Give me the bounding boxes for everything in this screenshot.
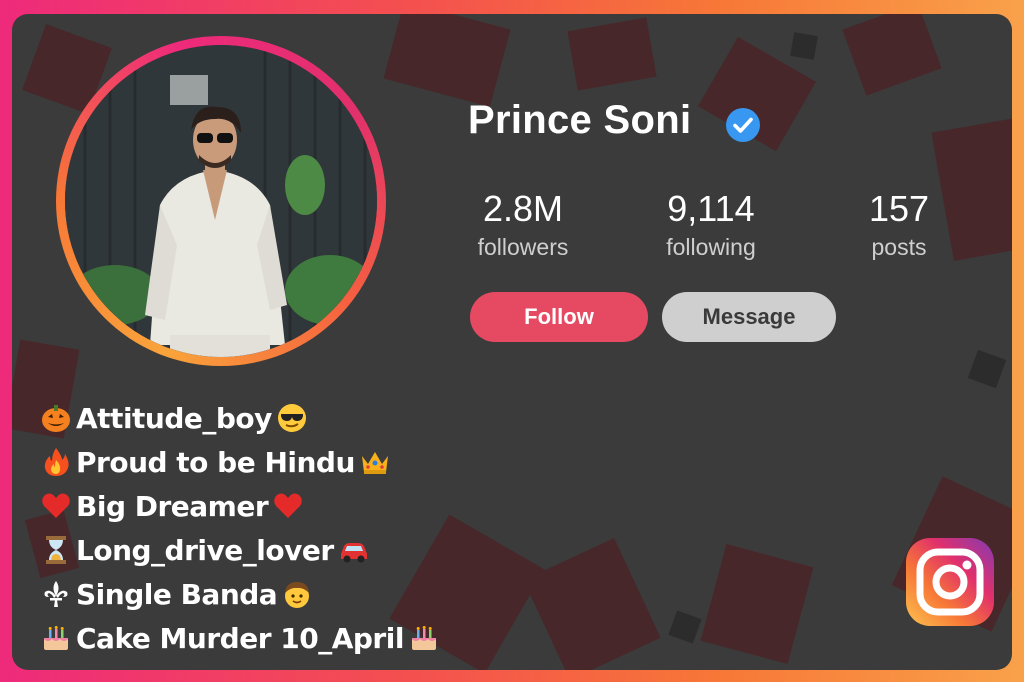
sunglasses-face-icon [275,401,309,435]
bio: Attitude_boy Proud to be Hindu Big Dream… [36,396,444,660]
stat-following[interactable]: 9,114 following [636,188,786,261]
birthday-cake-icon [407,621,441,655]
verified-badge-icon [726,108,760,142]
bio-line: Attitude_boy [36,396,444,440]
posts-count: 157 [868,188,930,229]
follow-button[interactable]: Follow [470,292,648,342]
red-heart-icon [271,489,305,523]
followers-count: 2.8M [482,188,564,229]
bio-text: Attitude_boy [76,401,272,435]
instagram-logo-icon [906,538,994,626]
profile-card: Prince Soni 2.8M followers 9,114 followi… [12,14,1012,670]
hourglass-icon [39,533,73,567]
bio-line: Single Banda [36,572,444,616]
bio-line: Long_drive_lover [36,528,444,572]
bio-line: Cake Murder 10_April [36,616,444,660]
following-label: following [666,234,756,260]
posts-label: posts [871,234,927,260]
fleur-de-lis-icon [39,577,73,611]
bio-text: Cake Murder 10_April [76,621,404,655]
bio-line: Big Dreamer [36,484,444,528]
following-count: 9,114 [667,188,755,229]
fire-icon [39,445,73,479]
bio-text: Single Banda [76,577,278,611]
red-heart-icon [39,489,73,523]
message-button[interactable]: Message [662,292,836,342]
crown-icon [358,445,392,479]
stat-followers[interactable]: 2.8M followers [448,188,598,261]
profile-photo-illustration [65,45,377,357]
profile-photo [65,45,377,357]
bio-text: Big Dreamer [76,489,269,523]
followers-label: followers [477,234,569,260]
bio-text: Proud to be Hindu [76,445,355,479]
car-icon [337,533,371,567]
profile-avatar[interactable] [56,36,386,366]
bio-text: Long_drive_lover [76,533,334,567]
stat-posts[interactable]: 157 posts [824,188,974,261]
jack-o-lantern-icon [39,401,73,435]
profile-name: Prince Soni [468,98,692,142]
birthday-cake-icon [39,621,73,655]
boy-face-icon [280,577,314,611]
bio-line: Proud to be Hindu [36,440,444,484]
